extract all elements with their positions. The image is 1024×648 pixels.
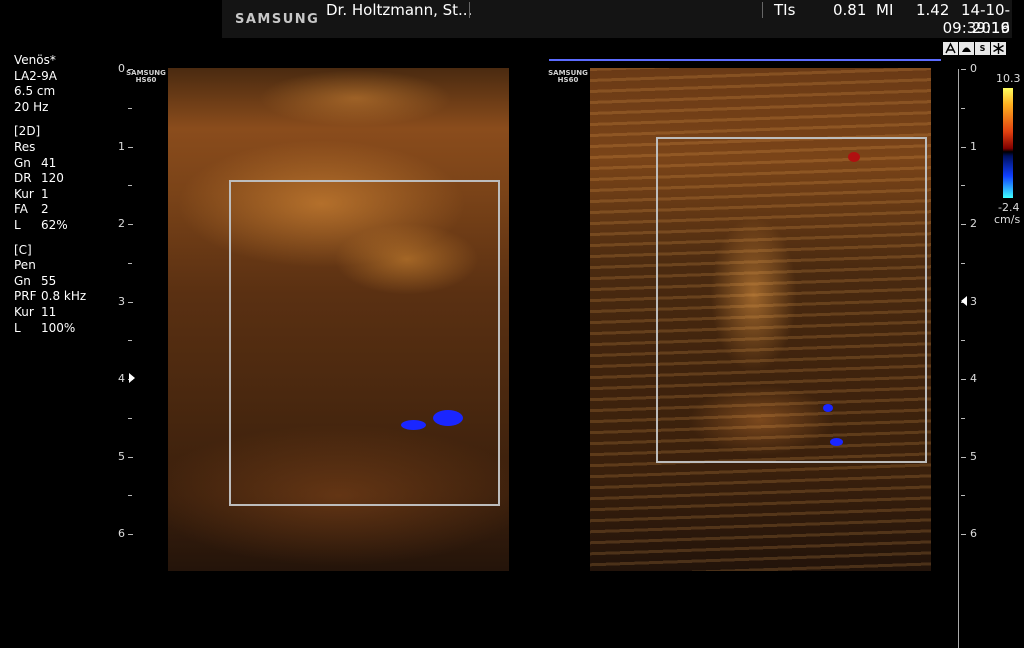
tis-label: TIs	[774, 1, 796, 19]
scale-tick	[961, 534, 966, 535]
scale-tick	[961, 379, 966, 380]
param-row: Kur 11	[14, 304, 57, 319]
param-row: L 62%	[14, 217, 68, 232]
exam-time: 09:39:16	[942, 19, 1010, 37]
scale-label: 0	[970, 62, 977, 75]
scale-tick	[128, 69, 133, 70]
scale-tick	[128, 262, 132, 264]
frame-rate: 20 Hz	[14, 99, 49, 114]
scale-tick	[128, 340, 132, 342]
probe-icon	[959, 42, 974, 55]
scale-tick	[961, 456, 966, 458]
scale-tick	[128, 534, 133, 535]
s-icon: S	[975, 42, 990, 55]
param-row: L 100%	[14, 320, 76, 335]
color-scale-unit: cm/s	[994, 213, 1021, 226]
scale-tick	[128, 301, 133, 303]
scale-label: 2	[118, 217, 125, 230]
scale-tick	[961, 417, 965, 419]
top-info-bar: SAMSUNG Dr. Holtzmann, St... TIs 0.81 MI…	[222, 0, 1012, 38]
scale-tick	[961, 224, 966, 225]
scale-label: 1	[970, 139, 977, 153]
scale-label: 1	[118, 139, 125, 153]
scale-label: 4	[118, 372, 125, 385]
param-row: Gn 41	[14, 155, 57, 170]
param-row: Gn 55	[14, 273, 57, 288]
color-scale-bar	[1003, 88, 1013, 198]
param-row: Kur 1	[14, 186, 49, 201]
scale-label: 5	[118, 449, 125, 463]
scale-tick	[128, 495, 132, 497]
color-roi-box-left[interactable]	[229, 180, 500, 506]
tis-value: 0.81	[833, 1, 867, 19]
scale-tick	[128, 417, 132, 419]
mi-label: MI	[876, 1, 894, 19]
scale-label: 5	[970, 449, 977, 463]
scale-label: 2	[970, 217, 977, 230]
scale-tick	[128, 185, 132, 187]
param-row: DR 120	[14, 171, 64, 186]
mode-c-pen: Pen	[14, 258, 36, 273]
scale-label: 6	[118, 527, 125, 540]
scale-tick	[128, 224, 133, 225]
active-image-marker	[549, 59, 941, 61]
probe-name: LA2-9A	[14, 68, 57, 83]
image-logo-right: SAMSUNG HS60	[548, 69, 588, 84]
scale-label: 3	[118, 294, 125, 308]
snowflake-icon	[991, 42, 1006, 55]
scale-label: 3	[970, 294, 977, 308]
scale-tick	[961, 185, 965, 187]
scale-tick	[128, 146, 133, 148]
brand-logo: SAMSUNG	[235, 12, 320, 27]
a-icon	[943, 42, 958, 55]
scale-label: 6	[970, 527, 977, 540]
scale-tick	[961, 69, 966, 70]
mode-2d-title: [2D]	[14, 124, 41, 139]
divider	[762, 2, 763, 18]
status-icons: S	[943, 42, 1006, 56]
focus-marker-right[interactable]	[961, 296, 967, 306]
scale-tick	[961, 495, 965, 497]
preset-name: Venös*	[14, 53, 56, 67]
depth-value: 6.5 cm	[14, 84, 56, 99]
color-roi-box-right[interactable]	[656, 137, 927, 463]
mode-c-title: [C]	[14, 242, 32, 257]
scale-tick	[961, 146, 966, 148]
scale-tick	[961, 262, 965, 264]
scale-tick	[128, 107, 132, 109]
param-row: FA 2	[14, 202, 49, 217]
image-logo-left: SAMSUNG HS60	[126, 69, 166, 84]
physician-name: Dr. Holtzmann, St...	[326, 1, 473, 19]
mode-2d-res: Res	[14, 139, 36, 154]
scale-tick	[961, 107, 965, 109]
parameter-panel: Venös* LA2-9A 6.5 cm 20 Hz [2D] Res Gn 41…	[14, 53, 86, 336]
color-scale-max: 10.3	[996, 72, 1021, 85]
scale-tick	[128, 456, 133, 458]
scale-label: 4	[970, 372, 977, 385]
param-row: PRF 0.8 kHz	[14, 289, 87, 304]
divider	[469, 2, 470, 18]
scale-tick	[961, 340, 965, 342]
scale-axis	[958, 69, 959, 648]
scale-label: 0	[118, 62, 125, 75]
focus-marker-left[interactable]	[129, 373, 135, 383]
